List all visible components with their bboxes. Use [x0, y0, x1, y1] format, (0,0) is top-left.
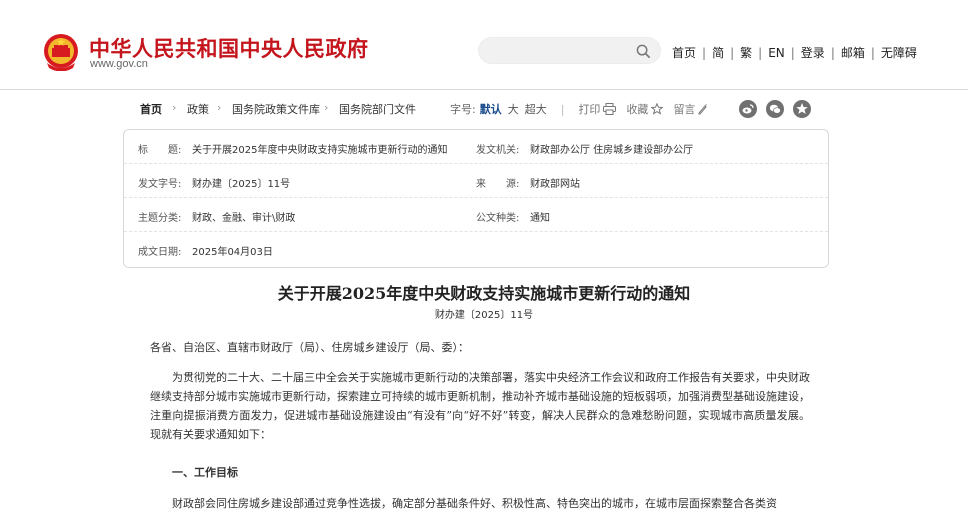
nav-traditional[interactable]: 繁 [740, 44, 752, 61]
chevron-right-icon: › [172, 101, 177, 114]
article-paragraph: 财政部会同住房城乡建设部通过竞争性选拔，确定部分基础条件好、积极性高、特色突出的… [172, 497, 777, 510]
article-toolbar: 字号: 默认 大 超大 | 打印 收藏 留言 [450, 101, 718, 117]
chevron-right-icon: › [324, 101, 329, 114]
nav-separator: | [830, 45, 835, 60]
nav-separator: | [758, 45, 763, 60]
doc-type-label: 公文种类: [476, 213, 520, 224]
info-row: 标 题: 关于开展2025年度中央财政支持实施城市更新行动的通知 发文机关: 财… [124, 130, 828, 164]
nav-accessibility[interactable]: 无障碍 [881, 44, 917, 61]
article-doc-number: 财办建〔2025〕11号 [434, 310, 534, 321]
nav-home[interactable]: 首页 [672, 44, 696, 61]
font-size-large[interactable]: 大 [508, 101, 519, 117]
info-row: 成文日期: 2025年04月03日 [124, 232, 828, 266]
nav-separator: | [702, 45, 707, 60]
nav-english[interactable]: EN [768, 46, 785, 60]
document-info-panel: 标 题: 关于开展2025年度中央财政支持实施城市更新行动的通知 发文机关: 财… [123, 129, 829, 268]
search-icon[interactable] [636, 44, 651, 59]
info-row: 发文字号: 财办建〔2025〕11号 来 源: 财政部网站 [124, 164, 828, 198]
source-label: 来 源: [476, 179, 520, 190]
comment-label: 留言 [673, 103, 696, 116]
pencil-icon [698, 104, 708, 115]
date-label: 成文日期: [138, 247, 182, 258]
article-greeting: 各省、自治区、直辖市财政厅（局）、住房城乡建设厅（局、委）： [150, 341, 469, 354]
font-size-xlarge[interactable]: 超大 [525, 101, 547, 117]
breadcrumb-policy-library[interactable]: 国务院政策文件库 [232, 101, 320, 117]
info-row: 主题分类: 财政、金融、审计\财政 公文种类: 通知 [124, 198, 828, 232]
star-share-icon [796, 103, 808, 114]
doc-type-value: 通知 [530, 213, 550, 224]
font-size-label: 字号: [450, 103, 476, 116]
breadcrumb-policy[interactable]: 政策 [187, 101, 209, 117]
issuer-value: 财政部办公厅 住房城乡建设部办公厅 [530, 145, 694, 156]
nav-separator: | [790, 45, 795, 60]
breadcrumb-department-docs[interactable]: 国务院部门文件 [339, 101, 416, 117]
top-nav: 首页 | 简 | 繁 | EN | 登录 | 邮箱 | 无障碍 [672, 44, 917, 61]
star-icon [651, 103, 664, 115]
title-label: 标 题: [138, 145, 182, 156]
search-input[interactable] [478, 37, 661, 64]
chevron-right-icon: › [217, 101, 222, 114]
nav-separator: | [870, 45, 875, 60]
comment-button[interactable]: 留言 [673, 101, 708, 117]
article-paragraph: 为贯彻党的二十大、二十届三中全会关于实施城市更新行动的决策部署，落实中央经济工作… [150, 371, 810, 441]
print-button[interactable]: 打印 [578, 101, 617, 117]
font-size-default[interactable]: 默认 [480, 101, 502, 117]
nav-login[interactable]: 登录 [801, 44, 825, 61]
nav-simplified[interactable]: 简 [712, 44, 724, 61]
breadcrumb-home[interactable]: 首页 [140, 101, 162, 117]
national-emblem-icon[interactable] [43, 33, 79, 71]
qzone-share-icon[interactable] [793, 100, 811, 118]
article-title: 关于开展2025年度中央财政支持实施城市更新行动的通知 [277, 284, 691, 303]
site-header: 中华人民共和国中央人民政府 www.gov.cn 首页 | 简 | 繁 | EN… [0, 0, 968, 90]
weibo-share-icon[interactable] [739, 100, 757, 118]
favorite-label: 收藏 [626, 103, 649, 116]
section-heading: 一、工作目标 [172, 466, 238, 479]
doc-number-label: 发文字号: [138, 179, 182, 190]
favorite-button[interactable]: 收藏 [626, 101, 664, 117]
issuer-label: 发文机关: [476, 145, 520, 156]
nav-separator: | [730, 45, 735, 60]
topic-label: 主题分类: [138, 213, 182, 224]
title-value: 关于开展2025年度中央财政支持实施城市更新行动的通知 [192, 145, 448, 156]
nav-mail[interactable]: 邮箱 [841, 44, 865, 61]
print-label: 打印 [578, 103, 601, 116]
source-value: 财政部网站 [530, 179, 580, 190]
doc-number-value: 财办建〔2025〕11号 [192, 179, 291, 190]
topic-value: 财政、金融、审计\财政 [192, 213, 296, 224]
site-url[interactable]: www.gov.cn [90, 58, 148, 70]
wechat-icon [769, 104, 781, 114]
printer-icon [603, 103, 617, 115]
wechat-share-icon[interactable] [766, 100, 784, 118]
date-value: 2025年04月03日 [192, 247, 273, 258]
toolbar-divider: | [560, 102, 565, 116]
weibo-icon [742, 104, 754, 114]
